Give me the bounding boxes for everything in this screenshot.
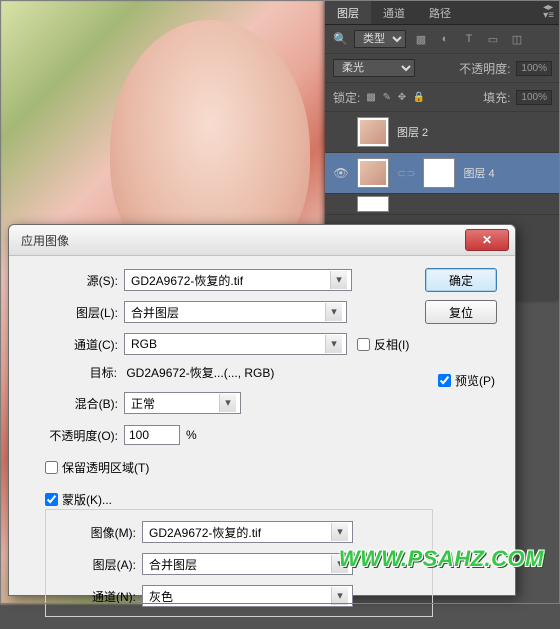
opacity-unit: % [186,428,197,442]
layer-thumbnail[interactable] [357,196,389,212]
preserve-transparency-checkbox[interactable]: 保留透明区域(T) [45,459,149,476]
ok-button[interactable]: 确定 [425,268,497,292]
target-value: GD2A9672-恢复...(..., RGB) [126,366,274,380]
preview-checkbox[interactable]: 预览(P) [438,372,495,389]
close-button[interactable]: ✕ [465,229,509,251]
tab-paths[interactable]: 路径 [417,0,463,24]
lock-icons[interactable]: ▩ ✎ ✥ 🔒 [366,92,427,103]
mask-thumbnail[interactable] [423,158,455,188]
opacity-dlg-label: 不透明度(O): [23,427,124,444]
layers-list: 图层 2 👁 ⊂⊃ 图层 4 [325,112,560,215]
opacity-value[interactable]: 100% [516,61,552,76]
apply-image-dialog: 应用图像 ✕ 确定 复位 预览(P) 源(S): GD2A9672-恢复的.ti… [8,224,516,596]
blend-mode-select[interactable]: 柔光 [333,59,415,77]
mask-label: 蒙版(K)... [62,491,112,508]
lock-fill-row: 锁定: ▩ ✎ ✥ 🔒 填充: 100% [325,83,560,112]
tab-layers[interactable]: 图层 [325,0,371,24]
layer-row[interactable]: 👁 ⊂⊃ 图层 4 [325,153,560,194]
dialog-buttons: 确定 复位 [425,268,497,324]
dialog-body: 确定 复位 预览(P) 源(S): GD2A9672-恢复的.tif 图层(L)… [9,256,515,629]
filter-type-icon[interactable]: T [460,30,478,48]
visibility-icon[interactable]: 👁 [333,166,349,180]
panel-menu-icon[interactable]: ◂▸▾≡ [543,4,554,20]
layer-name[interactable]: 图层 2 [397,124,428,140]
layer-thumbnail[interactable] [357,117,389,147]
dialog-title: 应用图像 [21,232,69,249]
filter-kind-icon: 🔍 [333,32,348,46]
layer-row[interactable]: 图层 2 [325,112,560,153]
target-label: 目标: [57,364,123,381]
lock-label: 锁定: [333,89,360,106]
blending-combo[interactable]: 正常 [124,392,241,414]
target-row: 目标: GD2A9672-恢复...(..., RGB) [23,364,501,381]
mask-checkbox-input[interactable] [45,493,58,506]
filter-shape-icon[interactable]: ▭ [484,30,502,48]
preview-label: 预览(P) [455,372,495,389]
preview-checkbox-input[interactable] [438,374,451,387]
invert-checkbox-input[interactable] [357,338,370,351]
filter-pixel-icon[interactable]: ▩ [412,30,430,48]
mask-layer-label: 图层(A): [54,556,142,573]
fill-value[interactable]: 100% [516,90,552,105]
layer-combo[interactable]: 合并图层 [124,301,347,323]
layer-thumbnail[interactable] [357,158,389,188]
blend-opacity-row: 柔光 不透明度: 100% [325,54,560,83]
layer-row-partial[interactable] [325,194,560,215]
opacity-input[interactable] [124,425,180,445]
source-combo[interactable]: GD2A9672-恢复的.tif [124,269,352,291]
link-icon[interactable]: ⊂⊃ [397,167,415,180]
mask-layer-combo[interactable]: 合并图层 [142,553,353,575]
invert-label: 反相(I) [374,336,409,353]
preserve-transparency-label: 保留透明区域(T) [62,459,149,476]
watermark: WWW.PSAHZ.COM [339,546,544,572]
layer-filter-row: 🔍 类型 ▩ ◐ T ▭ ◫ [325,25,560,54]
channel-combo[interactable]: RGB [124,333,347,355]
fill-label: 填充: [483,89,510,106]
invert-checkbox[interactable]: 反相(I) [357,336,409,353]
layer-label: 图层(L): [23,304,124,321]
mask-channel-label: 通道(N): [54,588,142,605]
channel-label: 通道(C): [23,336,124,353]
filter-smart-icon[interactable]: ◫ [508,30,526,48]
filter-kind-select[interactable]: 类型 [354,30,406,48]
dialog-titlebar[interactable]: 应用图像 ✕ [9,225,515,256]
mask-image-label: 图像(M): [54,524,142,541]
cancel-button[interactable]: 复位 [425,300,497,324]
tab-channels[interactable]: 通道 [371,0,417,24]
panel-tabs: 图层 通道 路径 ◂▸▾≡ [325,0,560,25]
preserve-transparency-input[interactable] [45,461,58,474]
opacity-label: 不透明度: [459,60,510,77]
mask-image-combo[interactable]: GD2A9672-恢复的.tif [142,521,353,543]
source-label: 源(S): [23,272,124,289]
mask-checkbox[interactable]: 蒙版(K)... [45,491,112,508]
filter-adjust-icon[interactable]: ◐ [436,30,454,48]
blending-label: 混合(B): [23,395,124,412]
layer-name[interactable]: 图层 4 [463,165,494,181]
